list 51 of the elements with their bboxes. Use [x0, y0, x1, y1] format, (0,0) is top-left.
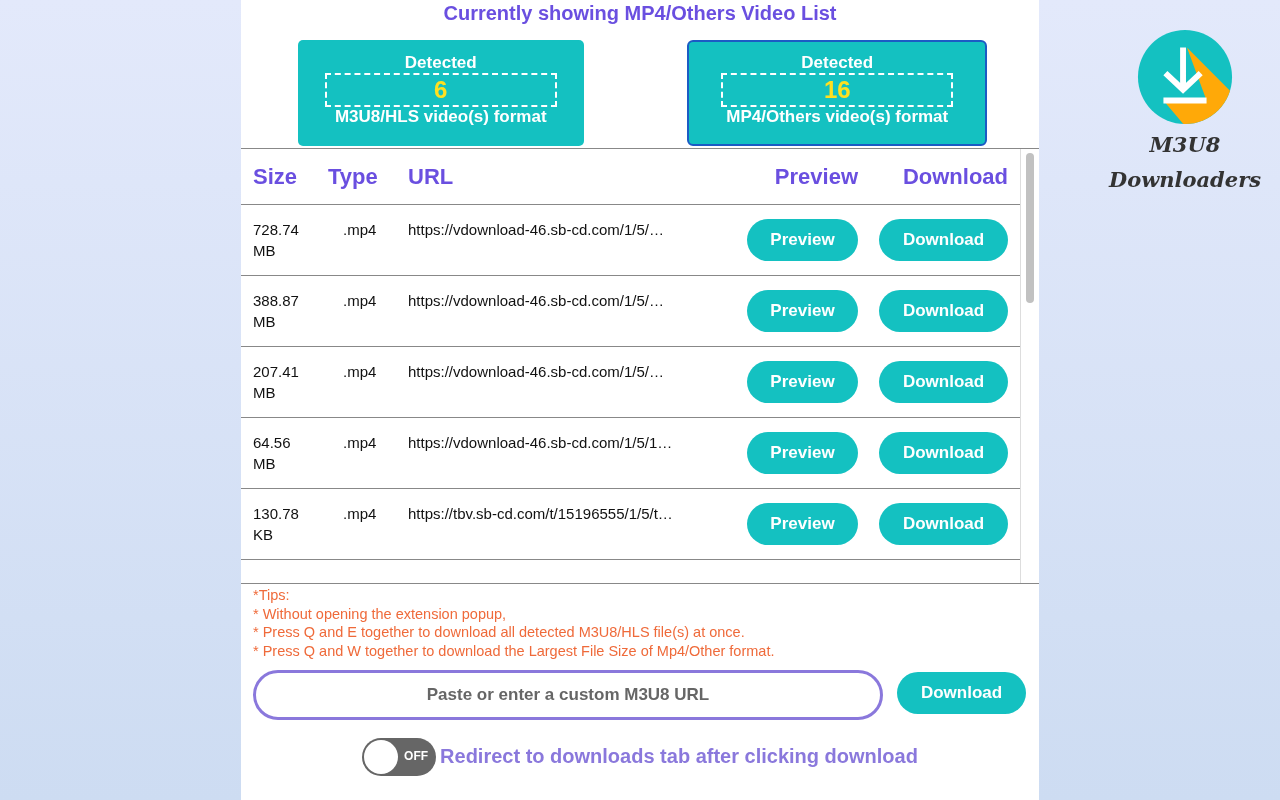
logo-title: M3U8 [1149, 132, 1221, 157]
url-cell-text: https://vdownload-46.sb-cd.com/1/5/… [408, 291, 665, 311]
tip-text: * Without opening the extension popup, [253, 604, 508, 624]
tip-text: * Press Q and W together to download the Largest File Size of Mp4/Other format. [253, 642, 776, 661]
preview-button[interactable]: Preview [747, 361, 858, 403]
download-button[interactable]: Download [879, 219, 1008, 261]
type-cell-text: .mp4 [342, 504, 378, 524]
preview-button[interactable]: Preview [747, 290, 858, 332]
type-cell-text: .mp4 [342, 291, 378, 311]
url-cell-text: https://vdownload-46.sb-cd.com/1/5/… [408, 220, 665, 240]
url-cell-text: https://vdownload-46.sb-cd.com/1/5/1… [408, 433, 674, 453]
preview-button[interactable]: Preview [747, 503, 858, 545]
card-count: 16 [721, 73, 954, 107]
type-cell-text: .mp4 [342, 433, 378, 453]
download-button[interactable]: Download [879, 290, 1008, 332]
custom-url-field[interactable]: Paste or enter a custom M3U8 URL [253, 669, 883, 720]
column-header: Type [328, 163, 379, 190]
preview-button[interactable]: Preview [747, 432, 858, 474]
size-cell-text: 728.74 MB [253, 220, 300, 261]
preview-button[interactable]: Preview [747, 219, 858, 261]
url-cell-text: https://vdownload-46.sb-cd.com/1/5/… [408, 362, 665, 382]
scrollbar-thumb[interactable] [1026, 153, 1034, 303]
card-label: Detected [404, 53, 477, 73]
format-card[interactable]: Detected 16 MP4/Others video(s) format [687, 40, 988, 146]
tip-text: * Press Q and E together to download all detected M3U8/HLS file(s) at once. [253, 623, 746, 643]
type-cell-text: .mp4 [342, 362, 378, 382]
size-cell-text: 64.56 MB [253, 433, 292, 474]
type-cell-text: .mp4 [342, 220, 378, 240]
size-cell-text: 388.87 MB [253, 291, 300, 332]
logo-subtitle: Downloaders [1108, 167, 1262, 192]
list-heading: Currently showing MP4/Others Video List [442, 2, 838, 26]
card-format: MP4/Others video(s) format [726, 107, 949, 127]
card-count: 6 [324, 73, 557, 107]
column-header: URL [408, 163, 455, 190]
card-label: Detected [801, 53, 874, 73]
column-header: Download [901, 163, 1009, 190]
redirect-toggle[interactable]: OFF [362, 737, 437, 776]
toggle-label: Redirect to downloads tab after clicking download [440, 745, 918, 769]
tip-text: *Tips: [253, 586, 291, 605]
download-button[interactable]: Download [879, 503, 1008, 545]
column-header: Size [253, 163, 299, 190]
column-header: Preview [773, 163, 859, 190]
download-button[interactable]: Download [879, 361, 1008, 403]
download-logo-icon [1136, 28, 1234, 126]
card-format: M3U8/HLS video(s) format [334, 107, 547, 127]
download-button[interactable]: Download [897, 671, 1026, 714]
url-cell-text: https://tbv.sb-cd.com/t/15196555/1/5/t… [408, 504, 674, 524]
size-cell-text: 130.78 KB [253, 504, 300, 545]
format-card[interactable]: Detected 6 M3U8/HLS video(s) format [297, 40, 584, 146]
download-button[interactable]: Download [879, 432, 1008, 474]
size-cell-text: 207.41 MB [253, 362, 300, 403]
